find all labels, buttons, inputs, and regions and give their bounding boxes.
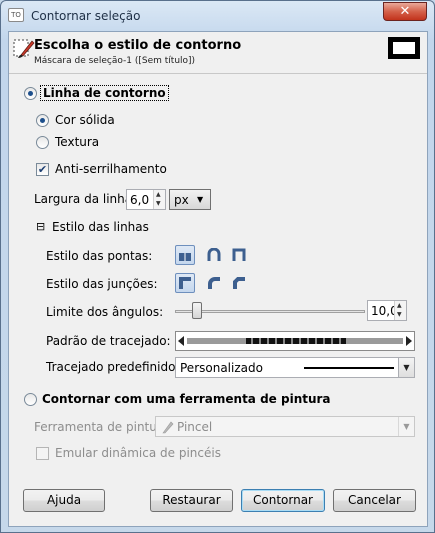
unit-value: px	[174, 193, 189, 207]
stroke-line-label: Linha de contorno	[40, 85, 169, 101]
dialog-subtitle: Máscara de seleção-1 ([Sem título])	[34, 56, 196, 66]
join-bevel-button[interactable]	[229, 273, 249, 293]
paintbrush-icon	[162, 421, 174, 434]
dash-pattern-preview	[178, 336, 412, 346]
paint-tool-dropdown-icon[interactable]: ▼	[398, 417, 414, 436]
line-style-expander-icon[interactable]: ⊟	[36, 220, 45, 233]
paint-tool-label: Ferramenta de pintura:	[34, 420, 174, 434]
cap-square-button[interactable]	[229, 245, 249, 265]
dialog-body: Escolha o estilo de contorno Máscara de …	[8, 31, 428, 527]
reset-button[interactable]: Restaurar	[150, 489, 233, 512]
paint-tool-select[interactable]: Pincel ▼	[155, 416, 415, 437]
join-round-icon	[208, 277, 220, 289]
cap-butt-button[interactable]	[175, 245, 195, 265]
help-button[interactable]: Ajuda	[23, 489, 105, 512]
miter-limit-spinner[interactable]: 10,0 ▲ ▼	[367, 300, 407, 321]
paint-tool-option-label: Contornar com uma ferramenta de pintura	[42, 392, 331, 406]
miter-limit-label: Limite dos ângulos:	[46, 305, 164, 319]
unit-select[interactable]: px ▼	[169, 189, 211, 210]
line-width-stepper-arrows[interactable]: ▲ ▼	[153, 190, 165, 209]
selection-preview	[388, 37, 420, 59]
cancel-button[interactable]: Cancelar	[333, 489, 416, 512]
pattern-label: Textura	[55, 135, 100, 149]
stroke-button[interactable]: Contornar	[241, 489, 325, 512]
cap-butt-icon	[179, 253, 191, 261]
dash-preset-line-preview	[304, 367, 394, 369]
dash-preset-label: Tracejado predefinido:	[46, 360, 180, 374]
close-window-button[interactable]: ✕	[383, 2, 427, 21]
miter-limit-slider-track[interactable]	[175, 310, 365, 313]
unit-dropdown-arrow-icon: ▼	[197, 195, 204, 204]
dialog-heading: Escolha o estilo de contorno	[34, 38, 242, 53]
cap-round-icon	[207, 248, 221, 261]
pattern-radio[interactable]	[36, 136, 49, 149]
miter-limit-stepper-arrows[interactable]: ▲ ▼	[394, 301, 406, 320]
cap-style-label: Estilo das pontas:	[46, 249, 153, 263]
stroke-line-radio[interactable]	[24, 87, 37, 100]
line-width-label: Largura da linha:	[34, 192, 137, 206]
line-width-spinner[interactable]: 6,0 ▲ ▼	[126, 189, 166, 210]
cap-round-button[interactable]	[204, 245, 224, 265]
dialog-window: TO Contornar seleção ✕ Escolha o estilo …	[0, 0, 435, 533]
dash-preset-value: Personalizado	[180, 361, 263, 375]
antialias-label: Anti-serrilhamento	[55, 162, 167, 176]
join-round-button[interactable]	[204, 273, 224, 293]
dialog-header: Escolha o estilo de contorno Máscara de …	[9, 32, 427, 74]
dash-pattern-editor[interactable]	[175, 331, 415, 351]
miter-limit-slider-thumb[interactable]	[192, 302, 202, 319]
emulate-dynamics-label: Emular dinâmica de pincéis	[55, 446, 221, 460]
solid-color-radio[interactable]	[36, 114, 49, 127]
join-miter-icon	[179, 277, 191, 289]
paint-tool-radio[interactable]	[24, 393, 37, 406]
line-style-label[interactable]: Estilo das linhas	[52, 220, 149, 234]
dash-preset-dropdown-icon[interactable]: ▼	[398, 358, 414, 377]
join-bevel-icon	[233, 277, 245, 289]
join-miter-button[interactable]	[175, 273, 195, 293]
dash-preset-select[interactable]: Personalizado ▼	[175, 357, 415, 378]
dash-pattern-label: Padrão de tracejado:	[46, 334, 171, 348]
join-style-label: Estilo das junções:	[46, 277, 158, 291]
antialias-checkbox[interactable]: ✔	[36, 163, 49, 176]
paint-tool-value: Pincel	[177, 420, 213, 434]
title-bar[interactable]: TO Contornar seleção ✕	[1, 1, 434, 31]
app-icon: TO	[8, 8, 24, 22]
cap-square-icon	[232, 248, 246, 261]
line-width-value: 6,0	[130, 193, 150, 207]
stroke-selection-icon	[13, 39, 35, 58]
window-title: Contornar seleção	[31, 9, 141, 23]
solid-color-label: Cor sólida	[55, 113, 115, 127]
emulate-dynamics-checkbox[interactable]	[36, 447, 49, 460]
